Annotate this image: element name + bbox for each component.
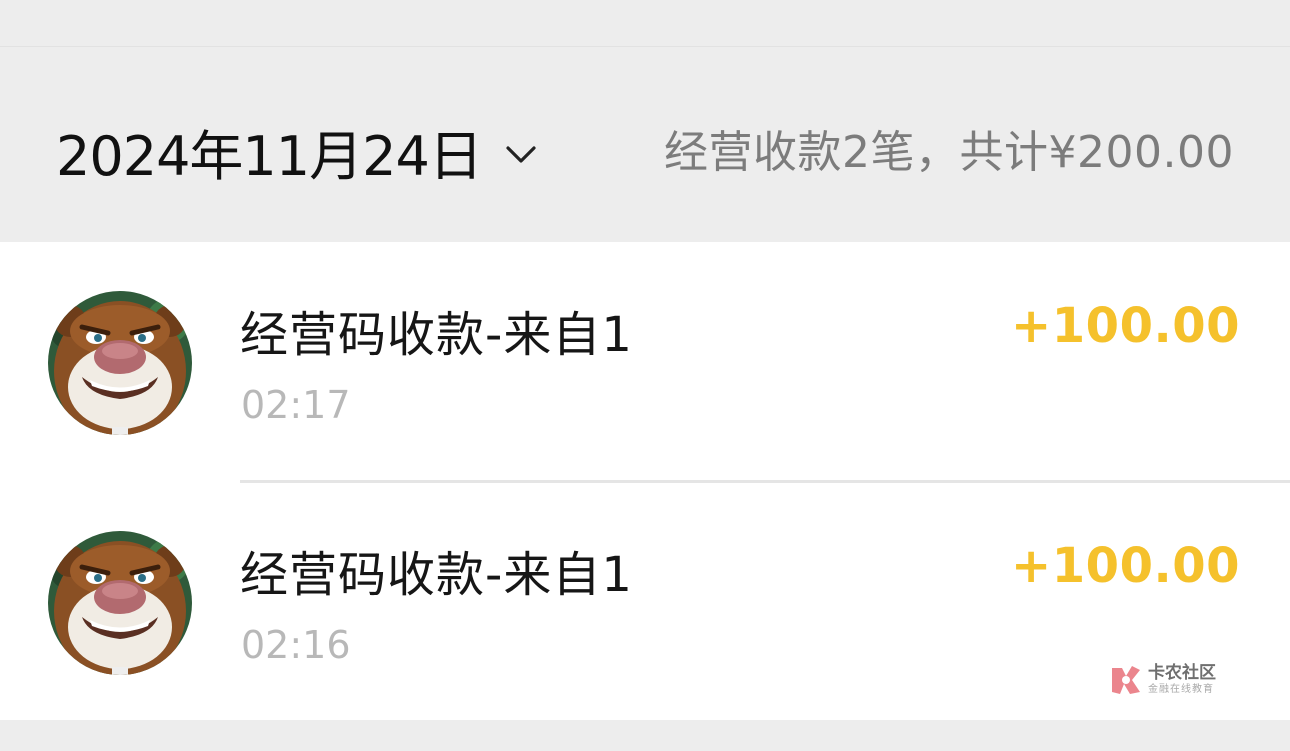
transaction-time: 02:16 bbox=[241, 623, 351, 667]
watermark: 卡农社区 金融在线教育 bbox=[1108, 662, 1216, 698]
chevron-down-icon bbox=[506, 145, 536, 163]
transaction-row[interactable]: 经营码收款-来自1 02:16 +100.00 bbox=[0, 482, 1290, 721]
bear-avatar-icon bbox=[48, 291, 192, 435]
transaction-amount: +100.00 bbox=[1011, 538, 1240, 594]
daily-summary: 经营收款2笔，共计¥200.00 bbox=[664, 127, 1234, 178]
transaction-time: 02:17 bbox=[241, 383, 351, 427]
kanong-logo-icon bbox=[1112, 666, 1140, 694]
watermark-name: 卡农社区 bbox=[1148, 663, 1216, 683]
transaction-title: 经营码收款-来自1 bbox=[240, 307, 633, 363]
watermark-tagline: 金融在线教育 bbox=[1148, 684, 1214, 695]
top-bar bbox=[0, 0, 1290, 47]
date-picker[interactable]: 2024年11月24日 bbox=[56, 112, 536, 191]
transaction-list: 经营码收款-来自1 02:17 +100.00 经营码收款-来自1 02:16 … bbox=[0, 242, 1290, 720]
date-label: 2024年11月24日 bbox=[56, 125, 483, 188]
transaction-row[interactable]: 经营码收款-来自1 02:17 +100.00 bbox=[0, 242, 1290, 483]
bear-avatar-icon bbox=[48, 531, 192, 675]
transaction-amount: +100.00 bbox=[1011, 298, 1240, 354]
transaction-title: 经营码收款-来自1 bbox=[240, 547, 633, 603]
